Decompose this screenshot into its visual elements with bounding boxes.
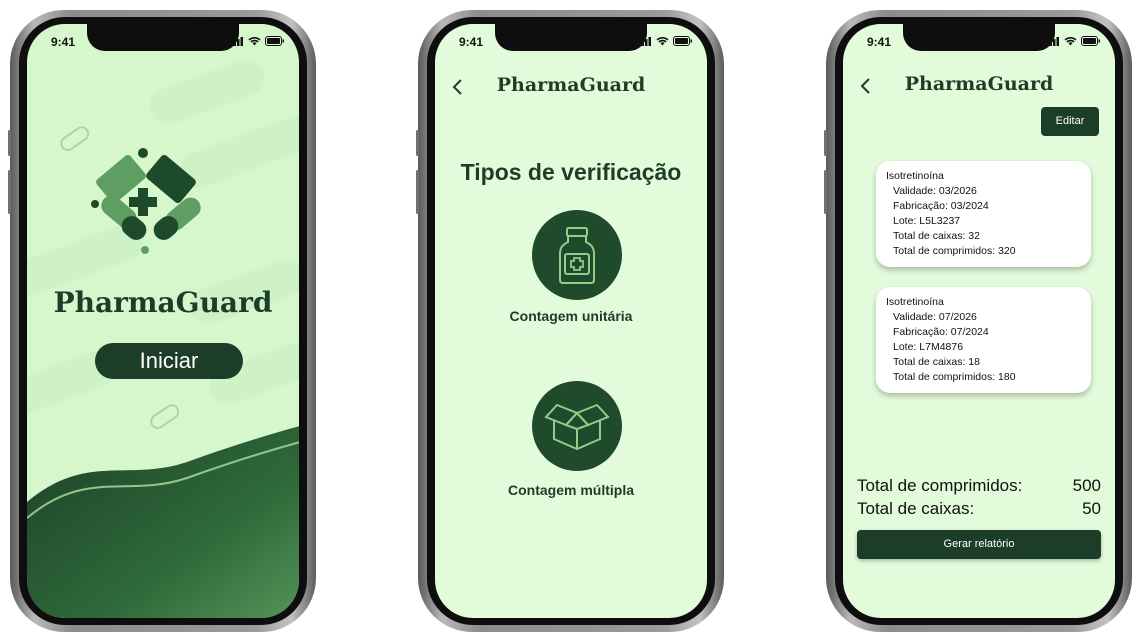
medication-lot: Lote: L5L3237 [893,215,961,227]
medication-card[interactable]: Isotretinoína Validade: 07/2026 Fabricaç… [876,287,1091,393]
option-unit-count-label: Contagem unitária [509,308,633,324]
start-button[interactable]: Iniciar [95,343,243,379]
medication-lot: Lote: L7M4876 [893,341,964,353]
medication-name: Isotretinoína [886,296,944,308]
option-unit-count[interactable]: Contagem unitária [435,210,707,330]
battery-icon [1081,36,1100,46]
phone-verification: 9:41 PharmaGuard Tipos de verificação Co… [416,10,724,632]
phone-summary: 9:41 PharmaGuard Editar Isotretinoína Va… [824,10,1132,632]
header-title: PharmaGuard [904,73,1054,95]
signal-icon [230,36,243,46]
option-multiple-count[interactable]: Contagem múltipla [435,381,707,501]
notch [903,24,1055,51]
total-boxes-row: Total de caixas: 50 [857,499,1101,519]
battery-icon [673,36,692,46]
pharmaguard-logo [91,148,201,254]
wifi-icon [656,37,669,46]
status-icons [638,36,693,46]
bottom-wave-decoration [27,426,299,618]
notch [87,24,239,51]
header-title: PharmaGuard [496,74,646,96]
page-title: Tipos de verificação [460,159,682,185]
medication-card[interactable]: Isotretinoína Validade: 03/2026 Fabricaç… [876,161,1091,267]
medication-manufacture: Fabricação: 07/2024 [893,326,989,338]
signal-icon [638,36,651,46]
medication-pills: Total de comprimidos: 320 [893,245,1016,257]
total-pills-value: 500 [1072,476,1101,495]
medication-pills: Total de comprimidos: 180 [893,371,1016,383]
bg-pill-decoration [144,54,270,130]
edit-button[interactable]: Editar [1041,107,1099,136]
wifi-icon [1064,37,1077,46]
notch [495,24,647,51]
generate-report-button[interactable]: Gerar relatório [857,530,1101,559]
total-pills-label: Total de comprimidos: [857,476,1023,495]
total-pills-row: Total de comprimidos: 500 [857,476,1101,496]
medicine-bottle-icon [532,210,622,300]
status-icons [1046,36,1101,46]
medication-validity: Validade: 07/2026 [893,311,977,323]
status-time: 9:41 [459,35,484,49]
wifi-icon [248,37,261,46]
medication-validity: Validade: 03/2026 [893,185,977,197]
total-boxes-label: Total de caixas: [857,499,975,518]
medication-boxes: Total de caixas: 18 [893,356,980,368]
battery-icon [265,36,284,46]
phone-splash: 9:41 PharmaGuard Iniciar [8,10,316,632]
medication-boxes: Total de caixas: 32 [893,230,980,242]
summary-screen: 9:41 PharmaGuard Editar Isotretinoína Va… [843,24,1115,618]
status-time: 9:41 [867,35,892,49]
option-multiple-count-label: Contagem múltipla [507,482,634,498]
signal-icon [1046,36,1059,46]
medication-name: Isotretinoína [886,170,944,182]
splash-screen: 9:41 PharmaGuard Iniciar [27,24,299,618]
total-boxes-value: 50 [1082,499,1101,518]
open-box-icon [532,381,622,471]
verification-screen: 9:41 PharmaGuard Tipos de verificação Co… [435,24,707,618]
medication-manufacture: Fabricação: 03/2024 [893,200,989,212]
capsule-icon [60,126,90,151]
status-time: 9:41 [51,35,76,49]
status-icons [230,36,285,46]
app-logo-title: PharmaGuard [53,286,273,319]
